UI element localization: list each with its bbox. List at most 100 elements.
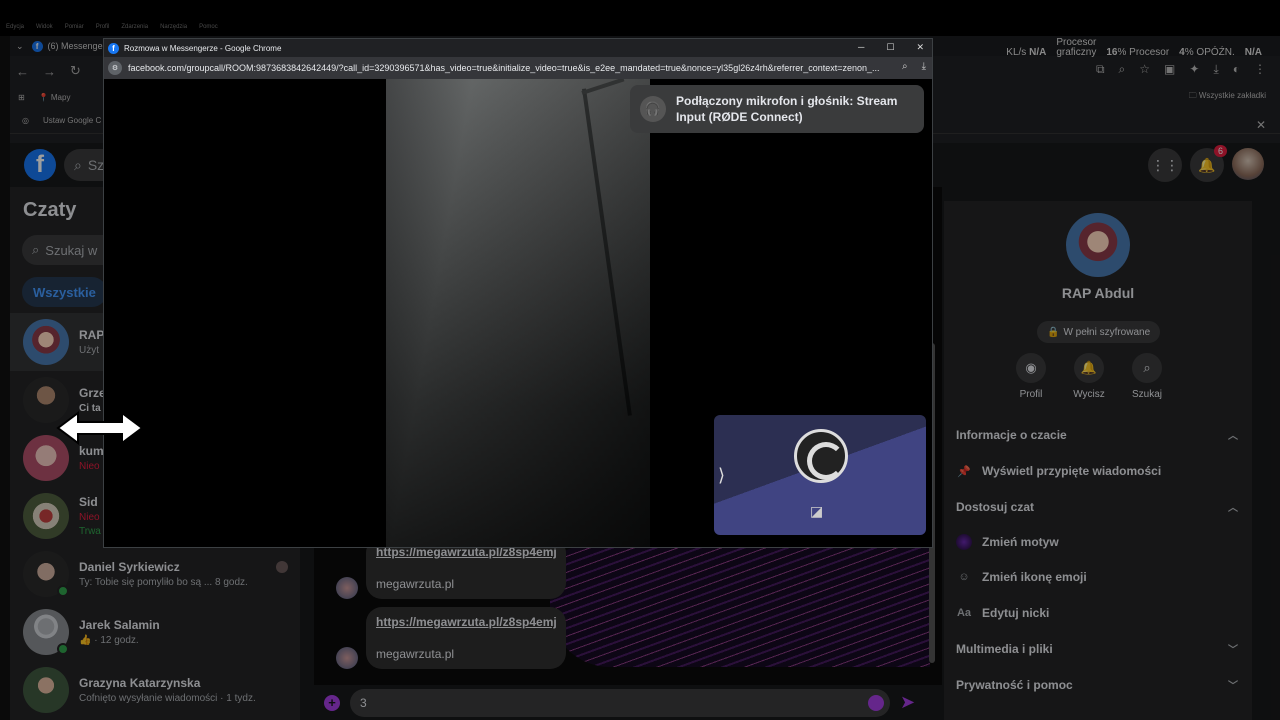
bell-icon: 🔔	[1074, 353, 1104, 383]
chevron-down-icon: ﹀	[1228, 681, 1238, 692]
online-indicator	[57, 585, 69, 597]
messenger-call-window: f Rozmowa w Messengerze - Google Chrome …	[103, 38, 933, 548]
notifications-button[interactable]: 🔔 6	[1190, 145, 1227, 182]
facebook-logo-icon[interactable]: f	[24, 149, 56, 181]
facebook-top-actions: ⋮⋮ 🔔 6	[1148, 145, 1264, 182]
site-info-icon[interactable]: ⚙	[108, 61, 122, 75]
pinned-messages-item[interactable]: 📌 Wyświetl przypięte wiadomości	[956, 463, 1161, 479]
chat-preview: 👍 · 12 godz.	[79, 635, 139, 646]
download-icon[interactable]: ⤓	[1213, 62, 1218, 77]
all-bookmarks-link[interactable]: 🗀 Wszystkie zakładki	[1189, 90, 1266, 104]
section-chat-info[interactable]: Informacje o czacie ︿	[956, 427, 1246, 443]
cpu-stat: 16% Procesor	[1106, 47, 1170, 58]
chats-title: Czaty	[23, 199, 77, 221]
google-g-icon: ◎	[22, 116, 29, 125]
resize-cursor-icon	[56, 411, 144, 445]
message-link[interactable]: https://megawrzuta.pl/z8sp4emj	[376, 615, 557, 629]
emoji-icon[interactable]	[868, 694, 884, 711]
notification-count-badge: 6	[1213, 145, 1227, 157]
background-toolbar-actions: ⧉ ⌕ ☆ ▣ ✦ ⤓ ◐ ⋮	[1096, 62, 1266, 77]
message-bubble[interactable]: https://megawrzuta.pl/z8sp4emj megawrzut…	[366, 607, 566, 669]
section-media[interactable]: Multimedia i pliki ﹀	[956, 641, 1246, 657]
chat-list-item[interactable]: Jarek Salamin 👍 · 12 godz.	[10, 603, 300, 661]
reload-icon[interactable]: ↻	[70, 63, 81, 79]
account-avatar[interactable]	[1232, 148, 1264, 180]
infobar-close-icon[interactable]: ✕	[1256, 118, 1266, 132]
menu-grid-icon[interactable]: ⋮⋮	[1148, 148, 1182, 182]
edit-nicknames-item[interactable]: Aa Edytuj nicki	[956, 605, 1049, 621]
avatar[interactable]	[1066, 213, 1130, 277]
infobar-text: Ustaw Google C	[42, 116, 102, 125]
puzzle-icon[interactable]: ✦	[1189, 62, 1199, 77]
search-label: Szukaj	[1131, 389, 1162, 400]
zoom-icon[interactable]: ⌕	[902, 61, 908, 72]
toast-text: Podłączony mikrofon i głośnik: Stream In…	[676, 94, 898, 124]
section-customize[interactable]: Dostosuj czat ︿	[956, 499, 1246, 515]
avatar	[23, 609, 69, 655]
avatar	[23, 319, 69, 365]
menu-dots-icon[interactable]: ⋮	[1254, 62, 1266, 77]
call-video-area: 🎧 Podłączony mikrofon i głośnik: Stream …	[104, 79, 932, 547]
delay-stat: 4% OPÓŹN.	[1179, 47, 1235, 58]
encryption-label: W pełni szyfrowane	[1063, 326, 1151, 338]
message-input[interactable]: 3	[350, 688, 890, 717]
chevron-down-icon[interactable]: ⌄	[16, 41, 24, 52]
os-menu-item[interactable]: Zdarzenia	[121, 24, 148, 34]
avatar	[23, 493, 69, 539]
close-icon[interactable]: ✕	[916, 42, 924, 53]
chat-list-item[interactable]: Grazyna Katarzynska Cofnięto wysyłanie w…	[10, 661, 300, 719]
self-video-preview[interactable]: ⟩ ◪	[714, 415, 926, 535]
chat-list-item[interactable]: Daniel Syrkiewicz Ty: Tobie się pomyliło…	[10, 545, 300, 603]
popup-address-bar[interactable]: ⚙ facebook.com/groupcall/ROOM:9873683842…	[104, 57, 932, 79]
minimize-icon[interactable]: ─	[858, 42, 864, 53]
extension-icon[interactable]: ▣	[1164, 62, 1175, 77]
section-privacy[interactable]: Prywatność i pomoc ﹀	[956, 677, 1246, 693]
text-aa-icon: Aa	[956, 607, 972, 619]
network-stat: KL/s N/A	[1006, 47, 1047, 58]
os-menu-item[interactable]: Widok	[36, 24, 53, 34]
mute-button[interactable]: 🔔 Wycisz	[1072, 353, 1106, 400]
section-label: Prywatność i pomoc	[956, 677, 1073, 692]
os-menu-item[interactable]: Profil	[96, 24, 110, 34]
popup-title-bar[interactable]: f Rozmowa w Messengerze - Google Chrome …	[104, 39, 932, 57]
os-menu-item[interactable]: Edycja	[6, 24, 24, 34]
send-icon[interactable]: ➤	[900, 692, 915, 713]
download-icon[interactable]: ⤓	[922, 61, 926, 72]
bookmark-maps[interactable]: 📍 Mapy	[39, 93, 71, 102]
maximize-icon[interactable]: ☐	[886, 42, 894, 53]
link-preview-site: megawrzuta.pl	[376, 577, 455, 591]
os-menu-item[interactable]: Pomoc	[199, 24, 218, 34]
search-button[interactable]: ⌕ Szukaj	[1130, 353, 1164, 400]
expand-arrow-icon[interactable]: ⟩	[718, 465, 725, 486]
change-emoji-item[interactable]: ☺ Zmień ikonę emoji	[956, 569, 1086, 585]
chat-preview: Ty: Tobie się pomyliło bo są ... 8 godz.	[79, 577, 248, 588]
forward-arrow-icon[interactable]: →	[43, 64, 56, 79]
os-menu-item[interactable]: Pomiar	[65, 24, 84, 34]
link-preview-site: megawrzuta.pl	[376, 647, 455, 661]
back-arrow-icon[interactable]: ←	[16, 64, 29, 79]
profile-icon[interactable]: ◐	[1233, 62, 1240, 77]
zoom-icon[interactable]: ⌕	[1119, 62, 1126, 77]
encryption-badge[interactable]: 🔒 W pełni szyfrowane	[1037, 321, 1161, 343]
change-theme-item[interactable]: Zmień motyw	[956, 534, 1059, 550]
chat-name: Sid	[79, 495, 98, 509]
os-menu-bar: Edycja Widok Pomiar Profil Zdarzenia Nar…	[0, 24, 1280, 34]
filter-all-chip[interactable]: Wszystkie	[22, 277, 107, 307]
chevron-up-icon: ︿	[1228, 431, 1238, 442]
chat-info-panel: RAP Abdul 🔒 W pełni szyfrowane ◉ Profil …	[944, 201, 1252, 720]
add-attachment-icon[interactable]: +	[324, 694, 340, 711]
cast-icon[interactable]: ⧉	[1096, 62, 1105, 77]
os-menu-item[interactable]: Narzędzia	[160, 24, 187, 34]
bookmark-label: Mapy	[50, 92, 71, 102]
profile-button[interactable]: ◉ Profil	[1014, 353, 1048, 400]
popup-window-title: Rozmowa w Messengerze - Google Chrome	[124, 43, 282, 53]
background-tab[interactable]: f (6) Messenger	[31, 40, 106, 52]
chat-name: RAP	[79, 328, 105, 342]
shared-image-preview[interactable]	[550, 547, 930, 667]
star-icon[interactable]: ☆	[1139, 62, 1150, 77]
search-icon: ⌕	[32, 242, 40, 257]
emoji-icon: ☺	[958, 571, 970, 583]
chat-preview: Użyt	[79, 345, 99, 356]
chevron-up-icon: ︿	[1228, 503, 1238, 514]
apps-grid-icon[interactable]: ⊞	[18, 93, 25, 102]
